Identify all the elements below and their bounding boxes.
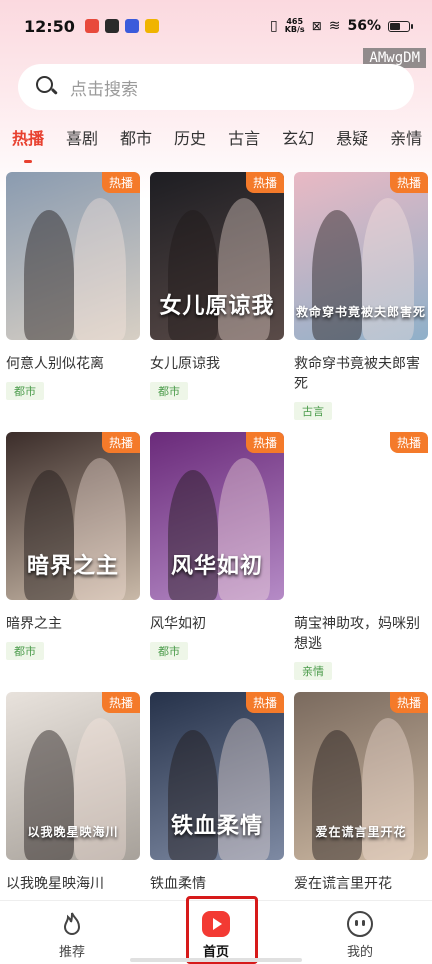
drama-title[interactable]: 何意人别似花离 <box>6 354 140 374</box>
nav-mine[interactable]: 我的 <box>288 901 432 964</box>
poster-figure <box>168 210 218 340</box>
hot-badge: 热播 <box>245 172 284 193</box>
drama-card[interactable]: 热播 暗界之主 暗界之主 都市 <box>6 432 140 660</box>
drama-poster[interactable]: 热播女儿原谅我 <box>150 172 284 340</box>
poster-figure <box>24 730 74 860</box>
status-bar: 12:50 ▯ 465 KB/s ⊠ ≋ 56% <box>0 0 432 52</box>
poster-figure <box>24 210 74 340</box>
nav-recommend-label: 推荐 <box>58 945 85 960</box>
poster-title-text: 女儿原谅我 <box>159 293 275 319</box>
hot-badge: 热播 <box>101 432 140 453</box>
tab-5[interactable]: 玄幻 <box>282 126 314 166</box>
drama-card[interactable]: 热播 以我晚星映海川 以我晚星映海川 <box>6 692 140 894</box>
drama-card[interactable]: 热播何意人别似花离 都市 <box>6 172 140 400</box>
tab-4[interactable]: 古言 <box>228 126 260 166</box>
drama-card[interactable]: 热播萌宝神助攻，妈咪别想逃亲情 <box>294 432 428 680</box>
genre-tag: 都市 <box>6 642 44 660</box>
search-placeholder: 点击搜索 <box>70 79 138 100</box>
category-tabs: 热播 喜剧 都市 历史 古言 玄幻 悬疑 亲情 <box>0 126 432 166</box>
drama-title[interactable]: 风华如初 <box>150 614 284 634</box>
drama-poster[interactable]: 热播 <box>6 172 140 340</box>
no-sim-icon: ⊠ <box>311 19 322 33</box>
genre-tag: 都市 <box>150 382 188 400</box>
tab-6[interactable]: 悬疑 <box>336 126 368 166</box>
poster-figure <box>312 210 362 340</box>
hot-badge: 热播 <box>245 692 284 713</box>
drama-poster[interactable]: 热播风华如初 <box>150 432 284 600</box>
drama-poster[interactable]: 热播以我晚星映海川 <box>6 692 140 860</box>
battery-icon <box>388 20 413 32</box>
tab-2[interactable]: 都市 <box>120 126 152 166</box>
flame-icon <box>63 912 81 935</box>
poster-title-text: 暗界之主 <box>26 553 119 579</box>
poster-figure <box>312 730 362 860</box>
drama-card[interactable]: 热播 救命穿书竟被夫郎害死 救命穿书竟被夫郎害死 古言 <box>294 172 428 420</box>
home-indicator <box>130 958 302 962</box>
drama-poster[interactable]: 热播爱在谎言里开花 <box>294 692 428 860</box>
nav-mine-label: 我的 <box>346 945 373 960</box>
drama-poster[interactable]: 热播暗界之主 <box>6 432 140 600</box>
poster-figure <box>168 470 218 600</box>
poster-title-text: 救命穿书竟被夫郎害死 <box>295 305 426 319</box>
drama-card[interactable]: 热播 铁血柔情 铁血柔情 <box>150 692 284 894</box>
hot-badge: 热播 <box>245 432 284 453</box>
drama-title[interactable]: 救命穿书竟被夫郎害死 <box>294 354 428 394</box>
drama-title[interactable]: 暗界之主 <box>6 614 140 634</box>
wifi-icon: ≋ <box>328 18 341 34</box>
poster-figure <box>168 730 218 860</box>
tab-1[interactable]: 喜剧 <box>66 126 98 166</box>
home-highlight-box <box>186 896 258 964</box>
tab-3[interactable]: 历史 <box>174 126 206 166</box>
poster-title-text: 爱在谎言里开花 <box>315 825 407 839</box>
drama-title[interactable]: 以我晚星映海川 <box>6 874 140 894</box>
drama-card[interactable]: 热播 女儿原谅我 女儿原谅我 都市 <box>150 172 284 400</box>
battery-percent: 56% <box>347 18 381 34</box>
drama-poster[interactable]: 热播铁血柔情 <box>150 692 284 860</box>
nav-recommend[interactable]: 推荐 <box>0 901 144 964</box>
video-app-icon <box>124 19 139 33</box>
drama-title[interactable]: 女儿原谅我 <box>150 354 284 374</box>
media-app-icon <box>144 19 159 33</box>
drama-card[interactable]: 热播 风华如初 风华如初 都市 <box>150 432 284 660</box>
hot-badge: 热播 <box>389 432 428 453</box>
smile-icon <box>347 911 373 937</box>
drama-title[interactable]: 爱在谎言里开花 <box>294 874 428 894</box>
genre-tag: 都市 <box>150 642 188 660</box>
genre-tag: 古言 <box>294 402 332 420</box>
drama-title[interactable]: 铁血柔情 <box>150 874 284 894</box>
hot-badge: 热播 <box>389 172 428 193</box>
drama-poster[interactable]: 热播 <box>294 432 428 600</box>
hot-badge: 热播 <box>389 692 428 713</box>
mail-icon <box>104 19 119 33</box>
drama-poster[interactable]: 热播救命穿书竟被夫郎害死 <box>294 172 428 340</box>
tab-0[interactable]: 热播 <box>12 126 44 166</box>
hot-badge: 热播 <box>101 692 140 713</box>
search-icon <box>36 76 58 98</box>
genre-tag: 都市 <box>6 382 44 400</box>
vibrate-icon: ▯ <box>269 18 278 34</box>
poster-title-text: 以我晚星映海川 <box>27 825 119 839</box>
tab-7[interactable]: 亲情 <box>390 126 422 166</box>
search-bar[interactable]: 点击搜索 <box>18 64 414 110</box>
net-speed: 465 KB/s <box>284 17 305 34</box>
poster-title-text: 铁血柔情 <box>170 813 263 839</box>
hot-badge: 热播 <box>101 172 140 193</box>
app-notification-icon <box>84 19 99 33</box>
notification-icons <box>84 19 159 33</box>
poster-title-text: 风华如初 <box>170 553 263 579</box>
status-time: 12:50 <box>24 16 75 36</box>
poster-figure <box>74 198 126 340</box>
poster-figure <box>24 470 74 600</box>
drama-card[interactable]: 热播 爱在谎言里开花 爱在谎言里开花 <box>294 692 428 894</box>
genre-tag: 亲情 <box>294 662 332 680</box>
drama-title[interactable]: 萌宝神助攻，妈咪别想逃 <box>294 614 428 654</box>
